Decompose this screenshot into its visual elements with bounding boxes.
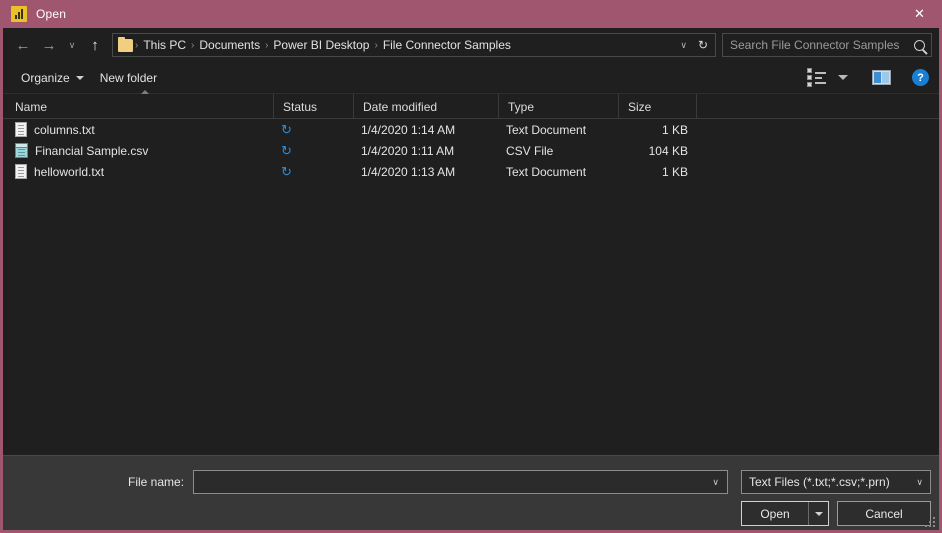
- view-options-icon[interactable]: [803, 65, 852, 90]
- table-row[interactable]: columns.txt ↻ 1/4/2020 1:14 AM Text Docu…: [3, 119, 939, 140]
- file-size: 104 KB: [648, 143, 688, 158]
- file-name-cell[interactable]: helloworld.txt: [15, 164, 104, 179]
- sync-pending-icon: ↻: [281, 163, 292, 179]
- table-row[interactable]: Financial Sample.csv ↻ 1/4/2020 1:11 AM …: [3, 140, 939, 161]
- file-date-modified: 1/4/2020 1:14 AM: [361, 122, 456, 137]
- chevron-down-icon[interactable]: ∨: [916, 477, 923, 488]
- table-row[interactable]: helloworld.txt ↻ 1/4/2020 1:13 AM Text D…: [3, 161, 939, 182]
- breadcrumb-separator: ›: [191, 39, 195, 51]
- file-size: 1 KB: [661, 164, 688, 179]
- recent-locations-button[interactable]: ∨: [62, 32, 82, 58]
- file-name-cell[interactable]: columns.txt: [15, 122, 95, 137]
- csv-file-icon: [15, 143, 28, 158]
- chevron-down-icon[interactable]: [838, 75, 848, 80]
- column-header-size[interactable]: Size: [618, 94, 696, 119]
- address-bar[interactable]: › This PC › Documents › Power BI Desktop…: [112, 33, 716, 57]
- back-button[interactable]: ←: [10, 32, 36, 58]
- column-header-status[interactable]: Status: [273, 94, 353, 119]
- up-one-level-button[interactable]: ↑: [82, 32, 108, 58]
- open-dropdown-button[interactable]: [808, 502, 828, 525]
- help-icon[interactable]: ?: [912, 69, 929, 86]
- open-file-dialog: Open ✕ ← → ∨ ↑ › This PC › Documents › P…: [0, 0, 942, 533]
- file-name: columns.txt: [34, 122, 95, 137]
- column-header-name[interactable]: Name: [3, 94, 273, 119]
- file-size: 1 KB: [661, 122, 688, 137]
- title-bar: Open ✕: [0, 0, 942, 28]
- column-header-date-modified[interactable]: Date modified: [353, 94, 498, 119]
- resize-grip[interactable]: [925, 517, 935, 527]
- column-headers: Name Status Date modified Type Size: [3, 90, 939, 119]
- search-placeholder: Search File Connector Samples: [730, 38, 900, 52]
- chevron-down-icon: [75, 75, 84, 80]
- refresh-icon[interactable]: ↻: [693, 38, 713, 52]
- breadcrumb-item-documents[interactable]: Documents: [196, 38, 263, 52]
- window-title: Open: [36, 7, 67, 21]
- preview-pane-icon[interactable]: [872, 70, 891, 85]
- chevron-down-icon: [814, 511, 823, 516]
- text-document-icon: [15, 122, 27, 137]
- power-bi-icon: [11, 6, 27, 22]
- breadcrumb-item-file-connector-samples[interactable]: File Connector Samples: [380, 38, 514, 52]
- breadcrumb-item-power-bi-desktop[interactable]: Power BI Desktop: [270, 38, 372, 52]
- sync-pending-icon: ↻: [281, 121, 292, 137]
- breadcrumb-separator: ›: [374, 39, 378, 51]
- navigation-bar: ← → ∨ ↑ › This PC › Documents › Power BI…: [3, 28, 939, 62]
- breadcrumb-item-this-pc[interactable]: This PC: [140, 38, 189, 52]
- file-type-filter-value: Text Files (*.txt;*.csv;*.prn): [749, 475, 890, 489]
- organize-button[interactable]: Organize: [13, 67, 92, 89]
- forward-button[interactable]: →: [36, 32, 62, 58]
- file-name: Financial Sample.csv: [35, 143, 149, 158]
- folder-icon: [118, 36, 133, 52]
- search-icon[interactable]: [914, 39, 925, 51]
- breadcrumb-separator: ›: [135, 39, 139, 51]
- file-name-input[interactable]: ∨: [193, 470, 728, 494]
- cancel-button[interactable]: Cancel: [837, 501, 931, 526]
- file-type-filter-dropdown[interactable]: Text Files (*.txt;*.csv;*.prn) ∨: [741, 470, 931, 494]
- dialog-footer: File name: ∨ Text Files (*.txt;*.csv;*.p…: [3, 455, 939, 530]
- chevron-down-icon[interactable]: ∨: [674, 40, 693, 51]
- file-name: helloworld.txt: [34, 164, 105, 179]
- close-icon[interactable]: ✕: [897, 0, 942, 28]
- file-name-cell[interactable]: Financial Sample.csv: [15, 143, 148, 158]
- open-button[interactable]: Open: [741, 501, 829, 526]
- new-folder-button[interactable]: New folder: [92, 67, 165, 89]
- breadcrumb-separator: ›: [265, 39, 269, 51]
- column-header-end: [696, 94, 706, 119]
- organize-label: Organize: [21, 70, 70, 85]
- sync-pending-icon: ↻: [281, 142, 292, 158]
- search-input[interactable]: Search File Connector Samples: [722, 33, 932, 57]
- file-date-modified: 1/4/2020 1:11 AM: [361, 143, 455, 158]
- file-type: Text Document: [506, 164, 587, 179]
- file-type: Text Document: [506, 122, 587, 137]
- new-folder-label: New folder: [99, 70, 158, 85]
- file-name-label: File name:: [128, 475, 185, 489]
- text-document-icon: [15, 164, 27, 179]
- chevron-down-icon[interactable]: ∨: [712, 477, 719, 488]
- file-type: CSV File: [506, 143, 554, 158]
- column-header-type[interactable]: Type: [498, 94, 618, 119]
- file-list[interactable]: columns.txt ↻ 1/4/2020 1:14 AM Text Docu…: [3, 119, 939, 455]
- open-button-label: Open: [760, 506, 790, 521]
- file-date-modified: 1/4/2020 1:13 AM: [361, 164, 456, 179]
